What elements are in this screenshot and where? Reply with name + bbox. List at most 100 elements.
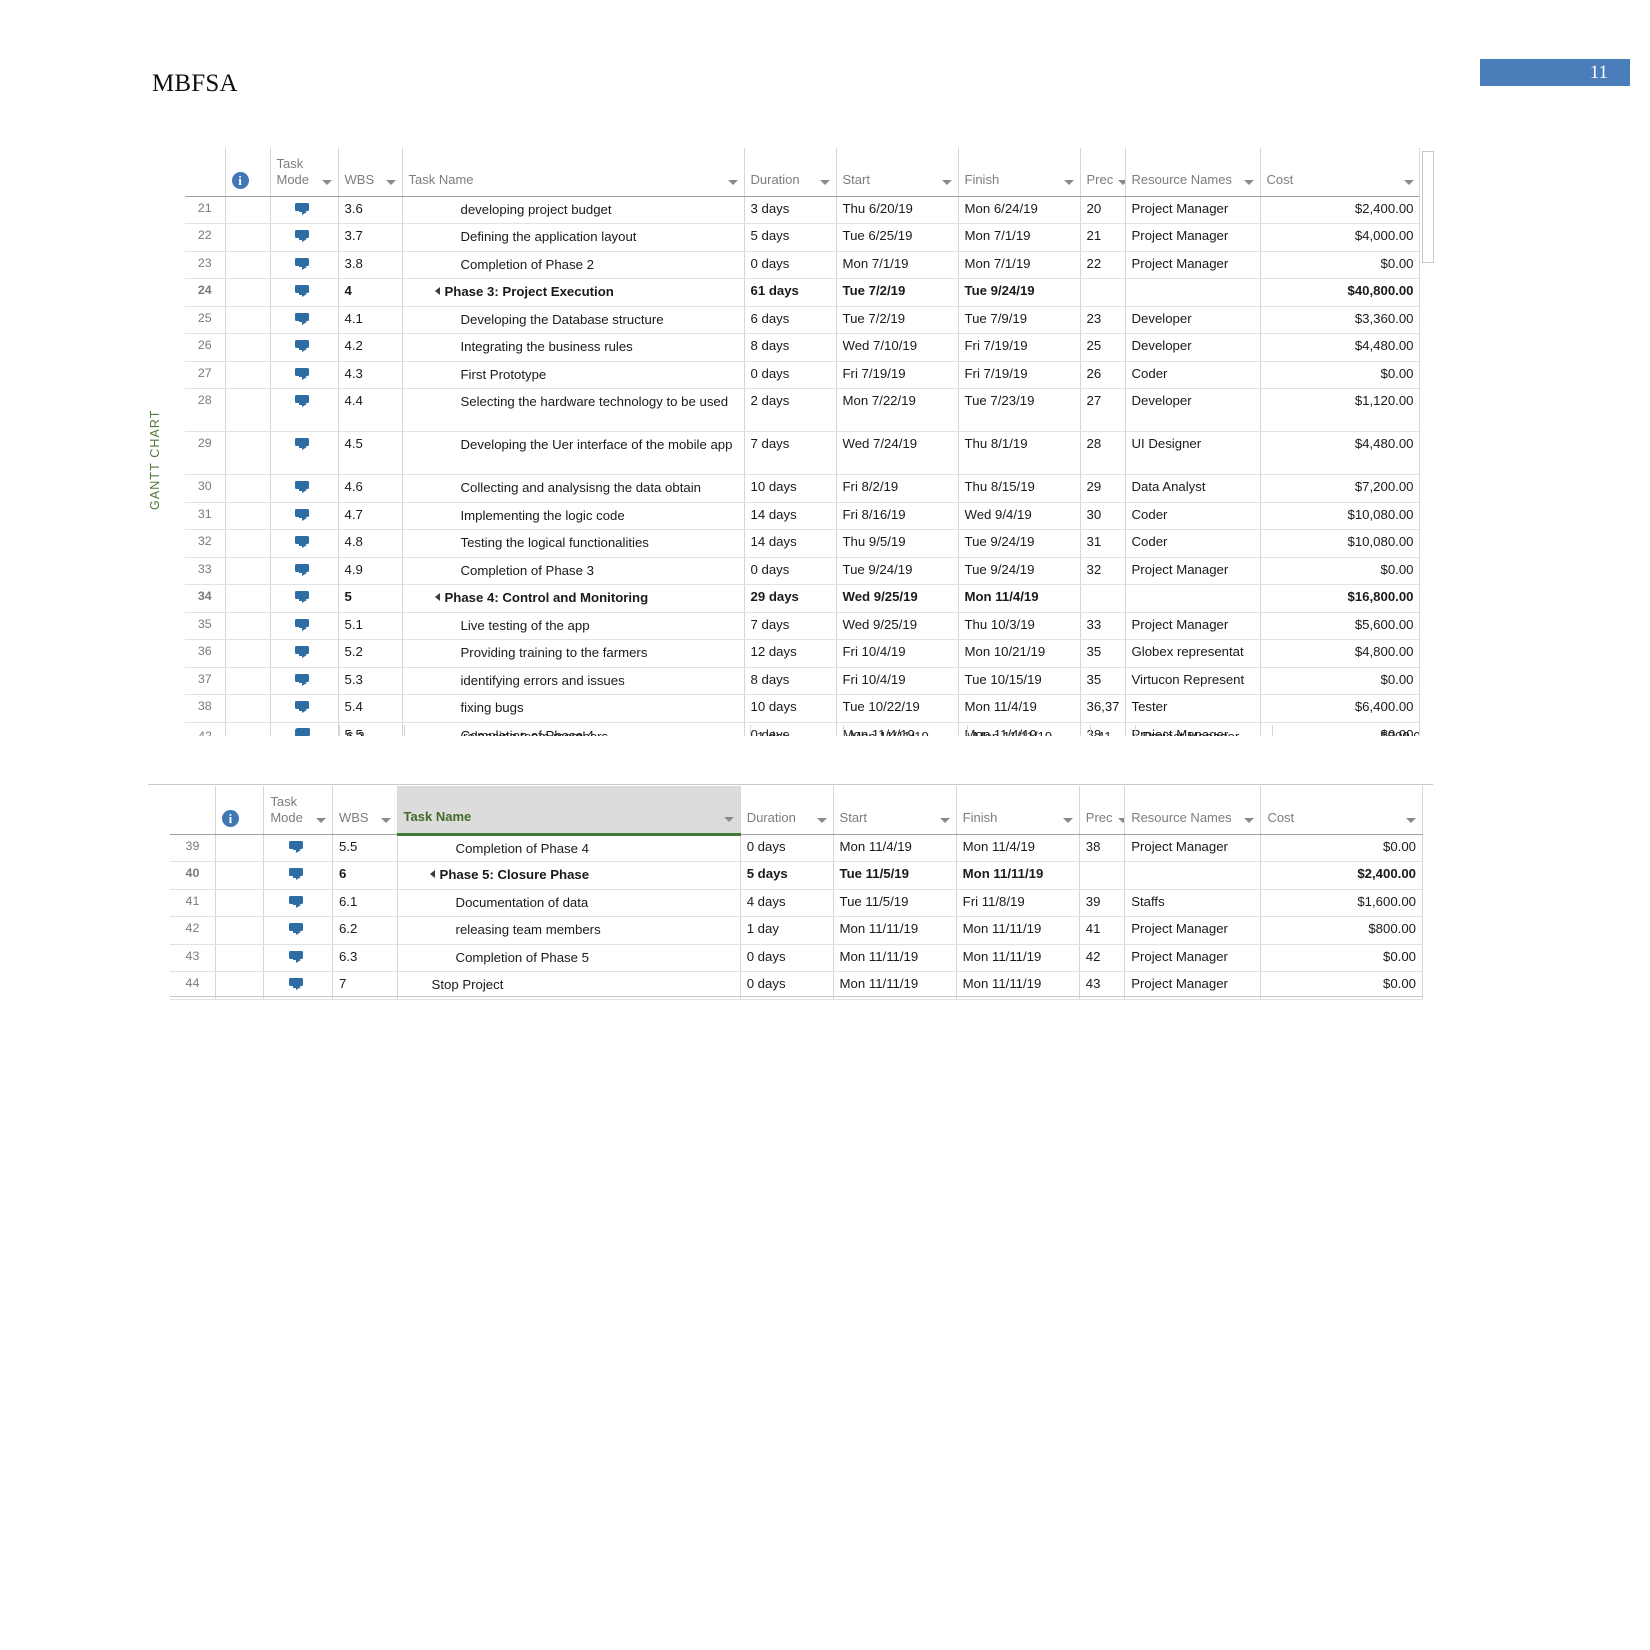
collapse-triangle-icon[interactable] [434,287,440,295]
column-header-indicators[interactable]: i [225,148,271,197]
task-table-body-bottom[interactable]: 39 5.5 Completion of Phase 40 days Mon 11/4… [170,834,1423,1000]
row-task-mode-cell[interactable] [263,889,333,917]
task-mode-icon[interactable] [295,618,313,632]
row-start-cell[interactable]: Mon 11/11/19 [833,944,957,972]
chevron-down-icon[interactable] [380,817,391,823]
row-indicator-cell[interactable] [225,333,271,362]
task-table-bottom[interactable]: i Task Mode WBS Task Name Duration Start… [170,786,1423,1000]
column-header-id[interactable] [185,148,226,197]
row-predecessors-cell[interactable]: 38 [1079,834,1126,862]
row-resource-names-cell[interactable]: Staffs [1124,889,1262,917]
gantt-task-grid-top[interactable]: i Task Mode WBS Task Name Duration Start… [185,148,1435,736]
row-finish-cell[interactable]: Mon 11/4/19 [956,834,1080,862]
table-row[interactable]: 395.5Completion of Phase 40 daysMon 11/4… [170,834,1423,862]
row-cost-cell[interactable]: $6,400.00 [1260,694,1420,723]
row-finish-cell[interactable]: Tue 7/9/19 [958,306,1081,334]
row-finish-cell[interactable]: Mon 11/11/19 [956,861,1080,890]
column-header-indicators[interactable]: i [215,786,265,835]
row-resource-names-cell[interactable]: Tester [1125,694,1261,723]
row-finish-cell[interactable]: Fri 7/19/19 [958,361,1081,389]
row-start-cell[interactable]: Fri 10/4/19 [836,667,959,695]
row-cost-cell[interactable]: $4,800.00 [1260,639,1420,668]
collapse-triangle-icon[interactable] [434,593,440,601]
row-finish-cell[interactable]: Thu 10/3/19 [958,612,1081,640]
row-finish-cell[interactable]: Mon 11/11/19 [956,916,1080,945]
row-task-name-cell[interactable]: Implementing the logic code [402,502,745,530]
row-predecessors-cell[interactable]: 33 [1080,612,1126,640]
row-task-mode-cell[interactable] [263,971,333,1000]
row-predecessors-cell[interactable]: 21 [1080,223,1126,252]
task-mode-icon[interactable] [295,312,313,326]
task-mode-icon[interactable] [295,590,313,604]
row-wbs-cell[interactable]: 5.2 [338,639,403,668]
row-start-cell[interactable]: Tue 7/2/19 [836,306,959,334]
row-task-mode-cell[interactable] [270,529,339,558]
row-cost-cell[interactable]: $5,600.00 [1260,612,1420,640]
row-start-cell[interactable]: Fri 8/2/19 [836,474,959,503]
task-mode-icon[interactable] [295,673,313,687]
row-task-mode-cell[interactable] [270,584,339,613]
row-indicator-cell[interactable] [225,361,271,389]
row-wbs-cell[interactable]: 4.8 [338,529,403,558]
row-id-cell[interactable]: 36 [185,639,226,668]
row-task-mode-cell[interactable] [270,502,339,530]
row-start-cell[interactable]: Thu 9/5/19 [836,529,959,558]
row-indicator-cell[interactable] [225,306,271,334]
row-predecessors-cell[interactable]: 20 [1080,196,1126,224]
row-start-cell[interactable]: Tue 7/2/19 [836,278,959,307]
table-row[interactable]: 27 4.3 First Prototype 0 days Fri 7/19/19 Fri… [185,361,1420,389]
row-predecessors-cell[interactable]: 35 [1080,667,1126,695]
task-mode-icon[interactable] [295,394,313,408]
row-finish-cell[interactable]: Thu 8/1/19 [958,431,1081,475]
column-header-finish[interactable]: Finish [958,148,1081,197]
table-row[interactable]: 31 4.7 Implementing the logic code 14 days F… [185,502,1420,530]
row-resource-names-cell[interactable]: Project Manager [1125,251,1261,279]
row-duration-cell[interactable]: 5 days [740,861,834,890]
row-cost-cell[interactable]: $0.00 [1260,251,1420,279]
row-task-mode-cell[interactable] [263,944,333,972]
row-wbs-cell[interactable]: 6 [332,861,398,890]
row-cost-cell[interactable]: $4,480.00 [1260,333,1420,362]
task-mode-icon[interactable] [295,437,313,451]
row-duration-cell[interactable]: 7 days [744,431,837,475]
row-task-name-cell[interactable]: Completion of Phase 4 [397,834,741,862]
row-start-cell[interactable]: Fri 7/19/19 [836,361,959,389]
row-finish-cell[interactable]: Mon 11/4/19 [958,584,1081,613]
row-finish-cell[interactable]: Fri 11/8/19 [956,889,1080,917]
row-task-name-cell[interactable]: Selecting the hardware technology to be … [402,388,745,432]
row-predecessors-cell[interactable]: 23 [1080,306,1126,334]
row-resource-names-cell[interactable]: Project Manager [1125,557,1261,585]
row-resource-names-cell[interactable]: Coder [1125,361,1261,389]
row-task-mode-cell[interactable] [270,333,339,362]
row-task-name-cell[interactable]: identifying errors and issues [402,667,745,695]
row-task-name-cell[interactable]: Developing the Uer interface of the mobi… [402,431,745,475]
row-task-name-cell[interactable]: Defining the application layout [402,223,745,252]
row-task-mode-cell[interactable] [270,667,339,695]
row-resource-names-cell[interactable]: Virtucon Represent [1125,667,1261,695]
row-resource-names-cell[interactable]: Project Manager [1125,612,1261,640]
row-duration-cell[interactable]: 29 days [744,584,837,613]
column-header-duration[interactable]: Duration [740,786,834,835]
row-cost-cell[interactable]: $7,200.00 [1260,474,1420,503]
row-duration-cell[interactable]: 0 days [744,361,837,389]
table-row[interactable]: 22 3.7 Defining the application layout 5 da… [185,223,1420,252]
row-task-name-cell[interactable]: Completion of Phase 3 [402,557,745,585]
row-resource-names-cell[interactable]: Project Manager [1124,834,1262,862]
row-id-cell[interactable]: 24 [185,278,226,307]
row-resource-names-cell[interactable]: Developer [1125,306,1261,334]
row-finish-cell[interactable]: Mon 6/24/19 [958,196,1081,224]
table-row[interactable]: 28 4.4 Selecting the hardware technology t… [185,388,1420,432]
row-predecessors-cell[interactable]: 25 [1080,333,1126,362]
row-resource-names-cell[interactable]: Project Manager [1124,944,1262,972]
row-predecessors-cell[interactable]: 32 [1080,557,1126,585]
row-predecessors-cell[interactable]: 28 [1080,431,1126,475]
row-cost-cell[interactable]: $2,400.00 [1260,861,1423,890]
row-task-mode-cell[interactable] [270,278,339,307]
row-finish-cell[interactable]: Tue 7/23/19 [958,388,1081,432]
row-indicator-cell[interactable] [225,388,271,432]
row-resource-names-cell[interactable] [1124,861,1262,890]
row-task-mode-cell[interactable] [270,361,339,389]
row-id-cell[interactable]: 34 [185,584,226,613]
gantt-task-grid-bottom[interactable]: i Task Mode WBS Task Name Duration Start… [170,786,1423,1000]
row-indicator-cell[interactable] [225,667,271,695]
